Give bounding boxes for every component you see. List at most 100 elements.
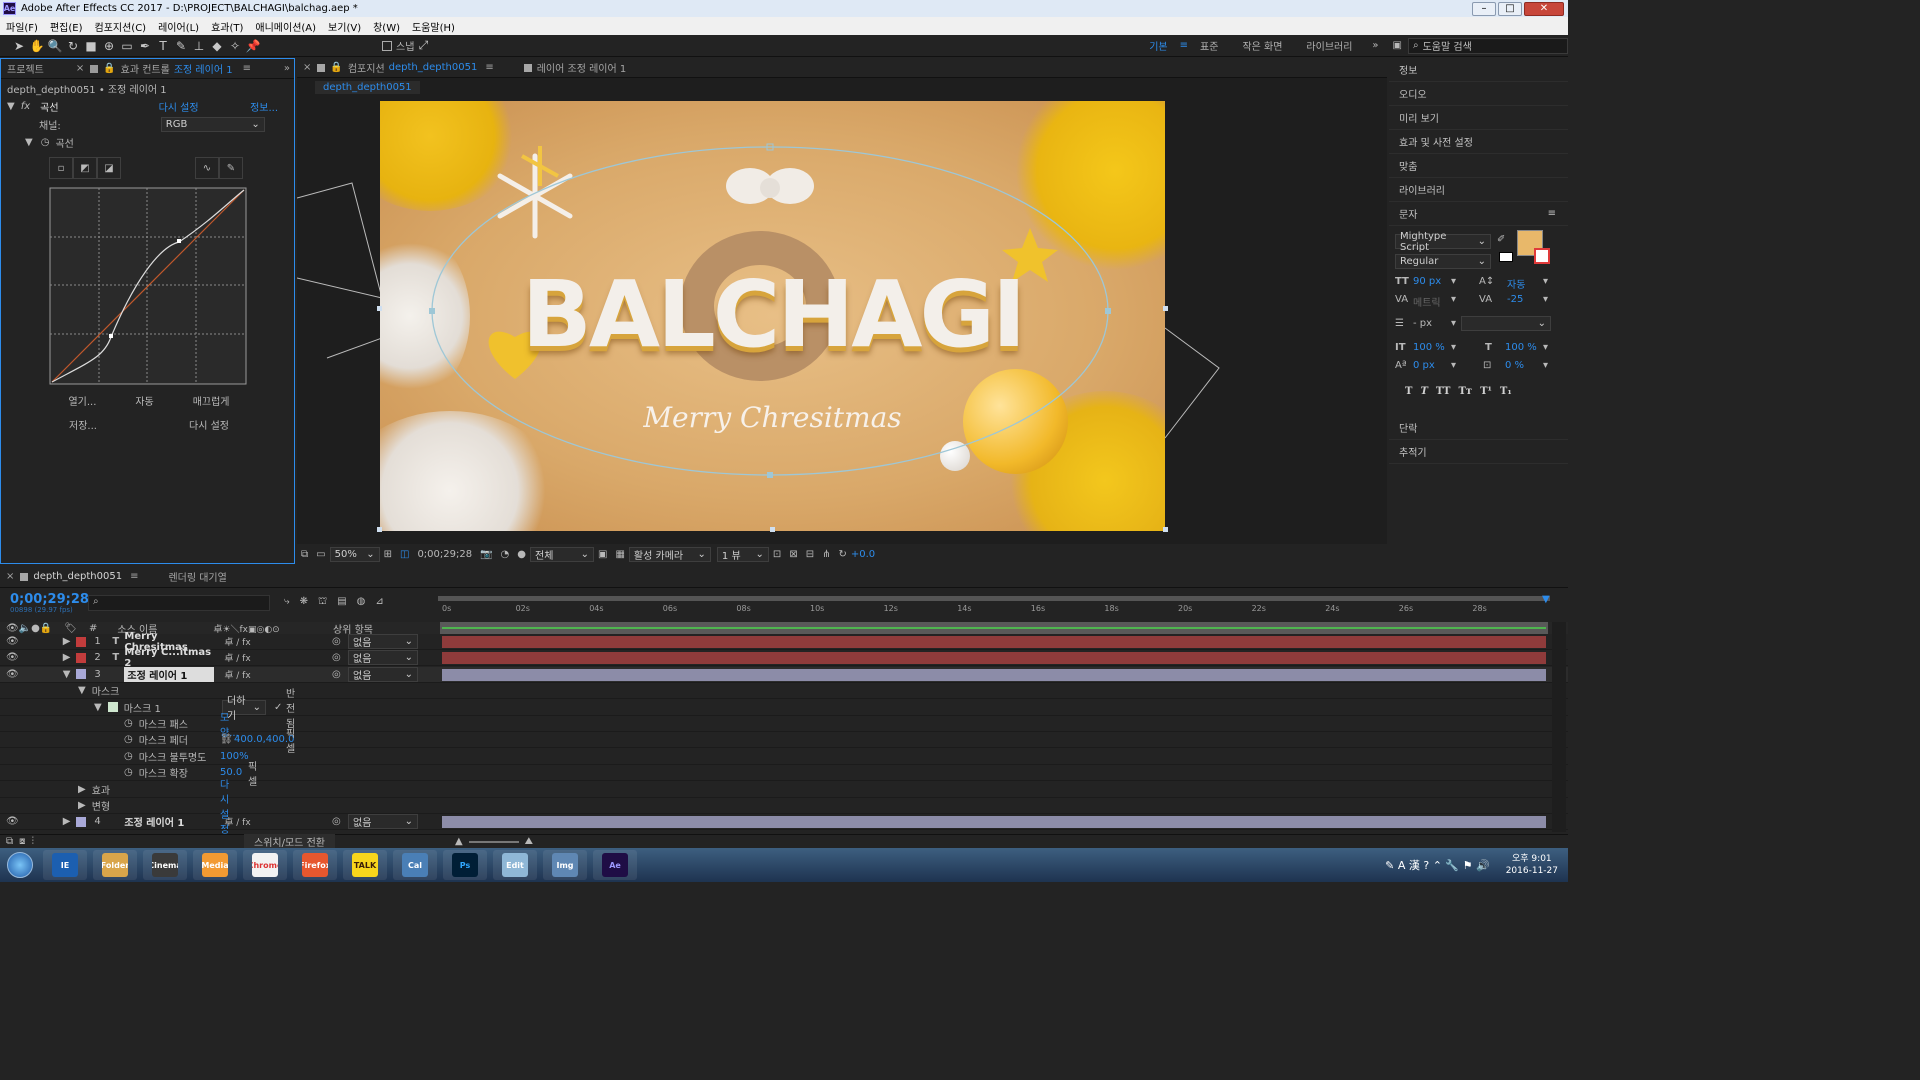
chevron-down-icon[interactable]: ▾ [1451,318,1456,329]
kerning-value[interactable]: 메트릭 [1413,294,1441,309]
layer-label-color[interactable] [76,636,87,647]
expand-layer-icon[interactable]: ▼ [63,669,71,680]
panel-align[interactable]: 맞춤 [1389,154,1568,178]
lock-icon[interactable]: 🔒 [103,63,115,74]
close-button[interactable]: ✕ [1524,1,1564,16]
taskbar-app-ie[interactable]: IE [43,850,87,880]
curve-bezier-tool-icon[interactable]: ∿ [195,157,219,179]
camera-dropdown[interactable]: 활성 카메라 ⌄ [628,546,711,562]
clock-date[interactable]: 2016-11-27 [1506,865,1558,877]
rotate-tool-icon[interactable]: ↻ [64,37,82,55]
stroke-width-value[interactable]: - px [1413,318,1432,329]
panel-menu-icon[interactable]: ≡ [485,62,493,73]
hand-tool-icon[interactable]: ✋ [28,37,46,55]
workspace-more-icon[interactable]: » [1364,40,1386,51]
clock-time[interactable]: 오후 9:01 [1506,853,1558,865]
curves-open-button[interactable]: 열기... [68,393,96,408]
mask-color-swatch[interactable] [107,702,118,713]
menu-help[interactable]: 도움말(H) [406,19,461,34]
taskbar-app-folder[interactable]: Folder [93,850,137,880]
effect-collapse-icon[interactable]: ▼ [7,101,15,112]
channel-dropdown[interactable]: RGB ⌄ [160,116,265,132]
layer-duration-bar[interactable] [442,636,1546,648]
zoom-in-icon[interactable]: ⛰ [525,836,533,847]
panel-character[interactable]: 문자 [1399,206,1417,221]
tsume-value[interactable]: 0 % [1505,360,1524,371]
transparency-grid-icon[interactable]: ▦ [611,549,628,560]
tab-effect-controls-layer[interactable]: 조정 레이어 1 [174,61,233,76]
panel-info[interactable]: 정보 [1389,58,1568,82]
panel-menu-icon[interactable]: ≡ [130,571,138,582]
brush-tool-icon[interactable]: ✎ [172,37,190,55]
leading-value[interactable]: 자동 [1507,276,1525,291]
expand-layer-icon[interactable]: ▶ [63,652,71,663]
tray-icons[interactable]: ✎ A 漢 ? ⌃ 🔧 ⚑ 🔊 [1385,857,1490,873]
transfer-controls-pane-icon[interactable]: ⧇ [19,836,25,847]
toggle-switches-modes-button[interactable]: 스위치/모드 전환 [244,834,335,849]
color-channels-icon[interactable]: ● [513,549,530,560]
curves-smooth-button[interactable]: 매끄럽게 [193,393,230,408]
layer-label-color[interactable] [76,652,87,663]
chevron-down-icon[interactable]: ▾ [1451,276,1456,287]
faux-bold-button[interactable]: T [1405,386,1412,397]
all-caps-button[interactable]: TT [1436,386,1451,397]
cc-sync-icon[interactable]: ▣ [1387,40,1408,51]
timeline-zoom-slider[interactable] [468,840,519,843]
zoom-dropdown[interactable]: 50% ⌄ [329,546,380,562]
parent-dropdown[interactable]: 없음 ⌄ [348,666,418,682]
menu-composition[interactable]: 컴포지션(C) [89,19,153,34]
transform-group[interactable]: 변형 [92,798,110,813]
stopwatch-icon[interactable]: ◷ [124,734,133,745]
panel-libraries[interactable]: 라이브러리 [1389,178,1568,202]
curve-size-small-button[interactable]: ▫ [49,157,73,179]
curves-auto-button[interactable]: 자동 [135,393,153,408]
reset-exposure-icon[interactable]: ↻ [834,549,850,560]
flowchart-breadcrumb[interactable]: depth_depth0051 [315,80,420,94]
camera-tool-icon[interactable]: ■ [82,37,100,55]
stopwatch-icon[interactable]: ◷ [124,767,133,778]
panel-menu-icon[interactable]: ≡ [243,63,251,74]
layer-switches[interactable]: 卓 ∕ fx [224,668,250,681]
masks-group[interactable]: 마스크 [92,683,120,698]
resolution-dropdown[interactable]: 전체 ⌄ [530,546,595,562]
font-style-dropdown[interactable]: Regular ⌄ [1395,254,1491,269]
snap-checkbox[interactable] [382,40,392,51]
curve-size-large-button[interactable]: ◪ [97,157,121,179]
composition-frame[interactable]: BALCHAGI Merry Chresitmas [380,101,1165,531]
taskbar-app-talk[interactable]: TALK [343,850,387,880]
menu-effect[interactable]: 효과(T) [205,19,249,34]
footer-timecode[interactable]: 0;00;29;28 [413,549,476,560]
views-dropdown[interactable]: 1 뷰 ⌄ [716,546,769,562]
mask-ellipse[interactable] [380,101,1165,531]
curve-size-medium-button[interactable]: ◩ [73,157,97,179]
mask-visibility-icon[interactable]: ◫ [396,549,413,560]
stopwatch-icon[interactable]: ◷ [124,751,133,762]
layer-handle[interactable] [1163,527,1168,532]
set-white-icon[interactable] [1499,252,1513,262]
layer-handle[interactable] [377,527,382,532]
taskbar-app-media[interactable]: Media [193,850,237,880]
snap-options-icon[interactable]: ⤢ [414,37,432,55]
composition-viewer[interactable]: BALCHAGI Merry Chresitmas [297,98,1387,536]
superscript-button[interactable]: T¹ [1480,386,1492,397]
in-out-pane-icon[interactable]: ⫶ [32,836,35,847]
layer-label-color[interactable] [76,669,87,680]
horizontal-scale-value[interactable]: 100 % [1505,342,1537,353]
pen-tool-icon[interactable]: ✒ [136,37,154,55]
stopwatch-icon[interactable]: ◷ [41,137,50,148]
effect-reset-link[interactable]: 다시 설정 [159,99,199,114]
exposure-value[interactable]: +0.0 [851,549,875,560]
workspace-libraries[interactable]: 라이브러리 [1294,38,1364,53]
parent-pickwhip-icon[interactable]: ◎ [332,652,341,663]
minimize-button[interactable]: – [1472,1,1496,16]
taskbar-app-cal[interactable]: Cal [393,850,437,880]
taskbar-app-cinema[interactable]: Cinema [143,850,187,880]
frame-blending-icon[interactable]: ▤ [337,596,346,609]
constrain-link-icon[interactable]: ⛓ [220,734,233,745]
graph-editor-icon[interactable]: ⊿ [375,596,383,609]
panel-effects-presets[interactable]: 효과 및 사전 설정 [1389,130,1568,154]
panel-preview[interactable]: 미리 보기 [1389,106,1568,130]
chevron-down-icon[interactable]: ▾ [1543,360,1548,371]
parent-pickwhip-icon[interactable]: ◎ [332,816,341,827]
timeline-icon[interactable]: ⊟ [802,549,818,560]
